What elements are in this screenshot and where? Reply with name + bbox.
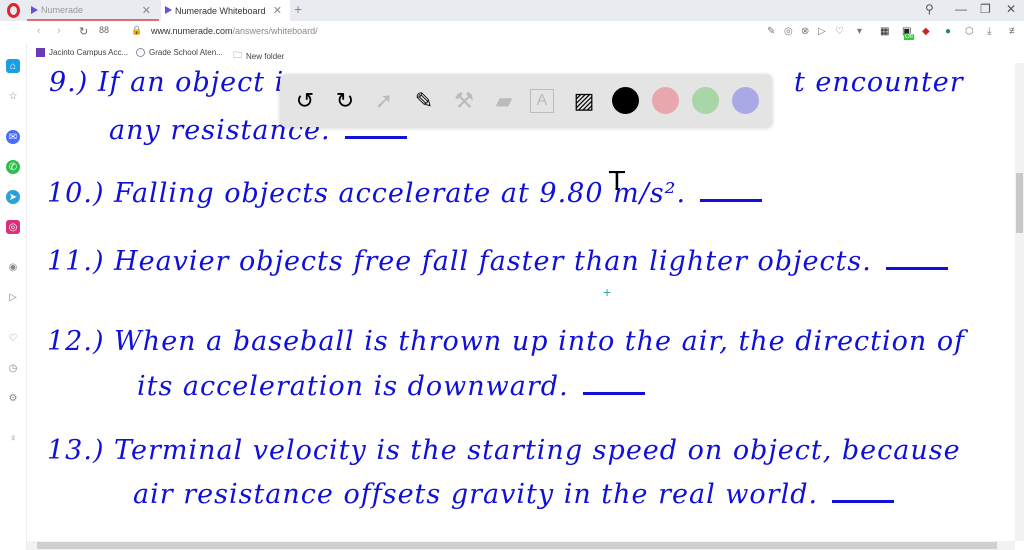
text-icon[interactable]: A: [530, 89, 554, 113]
question-10: 10.) Falling objects accelerate at 9.80 …: [47, 178, 763, 209]
eraser-icon[interactable]: ▰: [490, 87, 518, 115]
question-9: 9.) If an object is t encounter: [49, 67, 963, 98]
messenger-icon[interactable]: ✉: [6, 130, 20, 144]
cube-icon[interactable]: ⬡: [965, 26, 974, 37]
flow-icon[interactable]: ▷: [818, 26, 826, 37]
instagram-icon[interactable]: ◎: [6, 220, 20, 234]
numerade-favicon-icon: [31, 6, 38, 14]
question-9-text-end: t encounter: [794, 67, 964, 98]
grid-extension-icon[interactable]: ▦: [880, 26, 889, 37]
folder-icon: 🗀: [233, 50, 243, 60]
question-13-line1: 13.) Terminal velocity is the starting s…: [47, 435, 961, 466]
color-green[interactable]: [692, 87, 719, 114]
settings-sliders-icon[interactable]: ≢: [1009, 26, 1019, 37]
answer-blank: [700, 199, 763, 202]
history-icon[interactable]: ◷: [6, 361, 20, 375]
forward-icon[interactable]: ›: [57, 25, 61, 37]
color-purple[interactable]: [732, 87, 759, 114]
bookmark-jacinto[interactable]: Jacinto Campus Acc...: [36, 48, 128, 57]
off-badge: Off: [904, 34, 914, 40]
star-icon[interactable]: ☆: [6, 89, 20, 103]
extension-off-icon[interactable]: ▣ Off: [902, 26, 914, 40]
search-tabs-icon[interactable]: ⚲: [925, 2, 934, 16]
answer-blank: [885, 267, 948, 270]
adblock-icon[interactable]: ⊗: [801, 26, 809, 37]
bookmark-label: New folder: [246, 51, 285, 61]
snapshot-edit-icon[interactable]: ✎: [767, 26, 775, 37]
flow-icon[interactable]: ▷: [6, 290, 20, 304]
reload-icon[interactable]: ↻: [79, 25, 88, 38]
lock-icon: 🔒: [131, 25, 143, 35]
bookmarks-bar: Jacinto Campus Acc... Grade School Aten.…: [27, 43, 1024, 63]
pen-icon[interactable]: ✎: [410, 87, 438, 115]
image-icon[interactable]: ▨: [570, 87, 598, 115]
maximize-icon[interactable]: ❐: [980, 2, 991, 16]
question-12-line2-text: its acceleration is downward.: [137, 371, 569, 402]
home-icon[interactable]: ⌂: [6, 59, 20, 73]
select-icon[interactable]: ➚: [370, 87, 398, 115]
scroll-thumb[interactable]: [1016, 173, 1023, 233]
close-window-icon[interactable]: ✕: [1006, 2, 1016, 16]
tab-label: Numerade: [41, 4, 84, 15]
tips-bulb-icon[interactable]: ♀: [6, 431, 20, 445]
url-field[interactable]: www.numerade.com/answers/whiteboard/: [151, 26, 318, 36]
new-tab-icon[interactable]: +: [294, 1, 302, 17]
question-13: 13.) Terminal velocity is the starting s…: [47, 435, 961, 466]
tab-numerade[interactable]: Numerade ✕: [27, 0, 159, 21]
question-11: 11.) Heavier objects free fall faster th…: [47, 246, 948, 277]
question-11-text: 11.) Heavier objects free fall faster th…: [47, 246, 872, 277]
color-black[interactable]: [612, 87, 639, 114]
close-tab-icon[interactable]: ✕: [273, 4, 282, 17]
tab-numerade-whiteboard[interactable]: Numerade Whiteboard ✕: [161, 0, 290, 21]
address-bar: ‹ › ↻ 88 🔒 www.numerade.com/answers/whit…: [27, 21, 1024, 43]
color-red[interactable]: [652, 87, 679, 114]
bookmark-label: Jacinto Campus Acc...: [49, 48, 129, 57]
opera-logo-icon[interactable]: [7, 3, 20, 18]
scroll-thumb[interactable]: [37, 542, 997, 549]
bookmark-icon: [36, 48, 45, 57]
question-10-text: 10.) Falling objects accelerate at 9.80 …: [47, 178, 687, 209]
question-13-line2: air resistance offsets gravity in the re…: [133, 479, 895, 510]
question-10-answer: T: [609, 167, 625, 197]
bookmark-new-folder[interactable]: 🗀 New folder: [233, 48, 284, 64]
close-tab-icon[interactable]: ✕: [142, 4, 151, 17]
camera-icon[interactable]: ◎: [784, 26, 793, 37]
red-extension-icon[interactable]: ◆: [922, 26, 930, 37]
question-12: 12.) When a baseball is thrown up into t…: [47, 326, 965, 357]
whatsapp-icon[interactable]: ✆: [6, 160, 20, 174]
answer-blank: [832, 500, 895, 503]
whiteboard-toolbar: ↺ ↻ ➚ ✎ ⚒ ▰ A ▨: [280, 74, 772, 127]
crosshair-cursor-icon: +: [603, 284, 612, 300]
settings-icon[interactable]: ⚙: [6, 391, 20, 405]
bookmark-label: Grade School Aten...: [149, 48, 223, 57]
extension-icon[interactable]: ▾: [857, 26, 862, 37]
download-icon[interactable]: ⤓: [987, 26, 991, 37]
vertical-scrollbar[interactable]: [1015, 63, 1024, 541]
sidebar: ⌂ ☆ ✉ ✆ ➤ ◎ ◉ ▷ ♡ ◷ ⚙ ♀: [0, 43, 27, 550]
tools-icon[interactable]: ⚒: [450, 87, 478, 115]
numerade-favicon-icon: [165, 6, 172, 14]
answer-blank: [344, 136, 407, 139]
tab-bar: Numerade ✕ Numerade Whiteboard ✕ + ⚲ — ❐ ✕: [0, 0, 1024, 21]
undo-icon[interactable]: ↺: [291, 87, 319, 115]
telegram-icon[interactable]: ➤: [6, 190, 20, 204]
speed-dial-icon[interactable]: 88: [99, 25, 109, 35]
question-13-line2-text: air resistance offsets gravity in the re…: [133, 479, 819, 510]
heart-icon[interactable]: ♡: [6, 331, 20, 345]
bookmark-grade-school[interactable]: Grade School Aten...: [136, 48, 223, 57]
school-logo-icon: [136, 48, 145, 57]
green-extension-icon[interactable]: ●: [945, 26, 951, 37]
minimize-icon[interactable]: —: [955, 2, 967, 16]
question-9-text: 9.) If an object is: [49, 67, 300, 98]
heart-icon[interactable]: ♡: [835, 26, 844, 37]
back-icon[interactable]: ‹: [37, 25, 41, 37]
question-12-line2: its acceleration is downward.: [137, 371, 645, 402]
horizontal-scrollbar[interactable]: [27, 541, 1015, 550]
tab-label: Numerade Whiteboard: [175, 5, 266, 16]
whiteboard-canvas[interactable]: 9.) If an object is t encounter any resis…: [27, 63, 1015, 541]
redo-icon[interactable]: ↻: [331, 87, 359, 115]
question-12-line1: 12.) When a baseball is thrown up into t…: [47, 326, 966, 357]
answer-blank: [582, 392, 645, 395]
player-icon[interactable]: ◉: [6, 260, 20, 274]
